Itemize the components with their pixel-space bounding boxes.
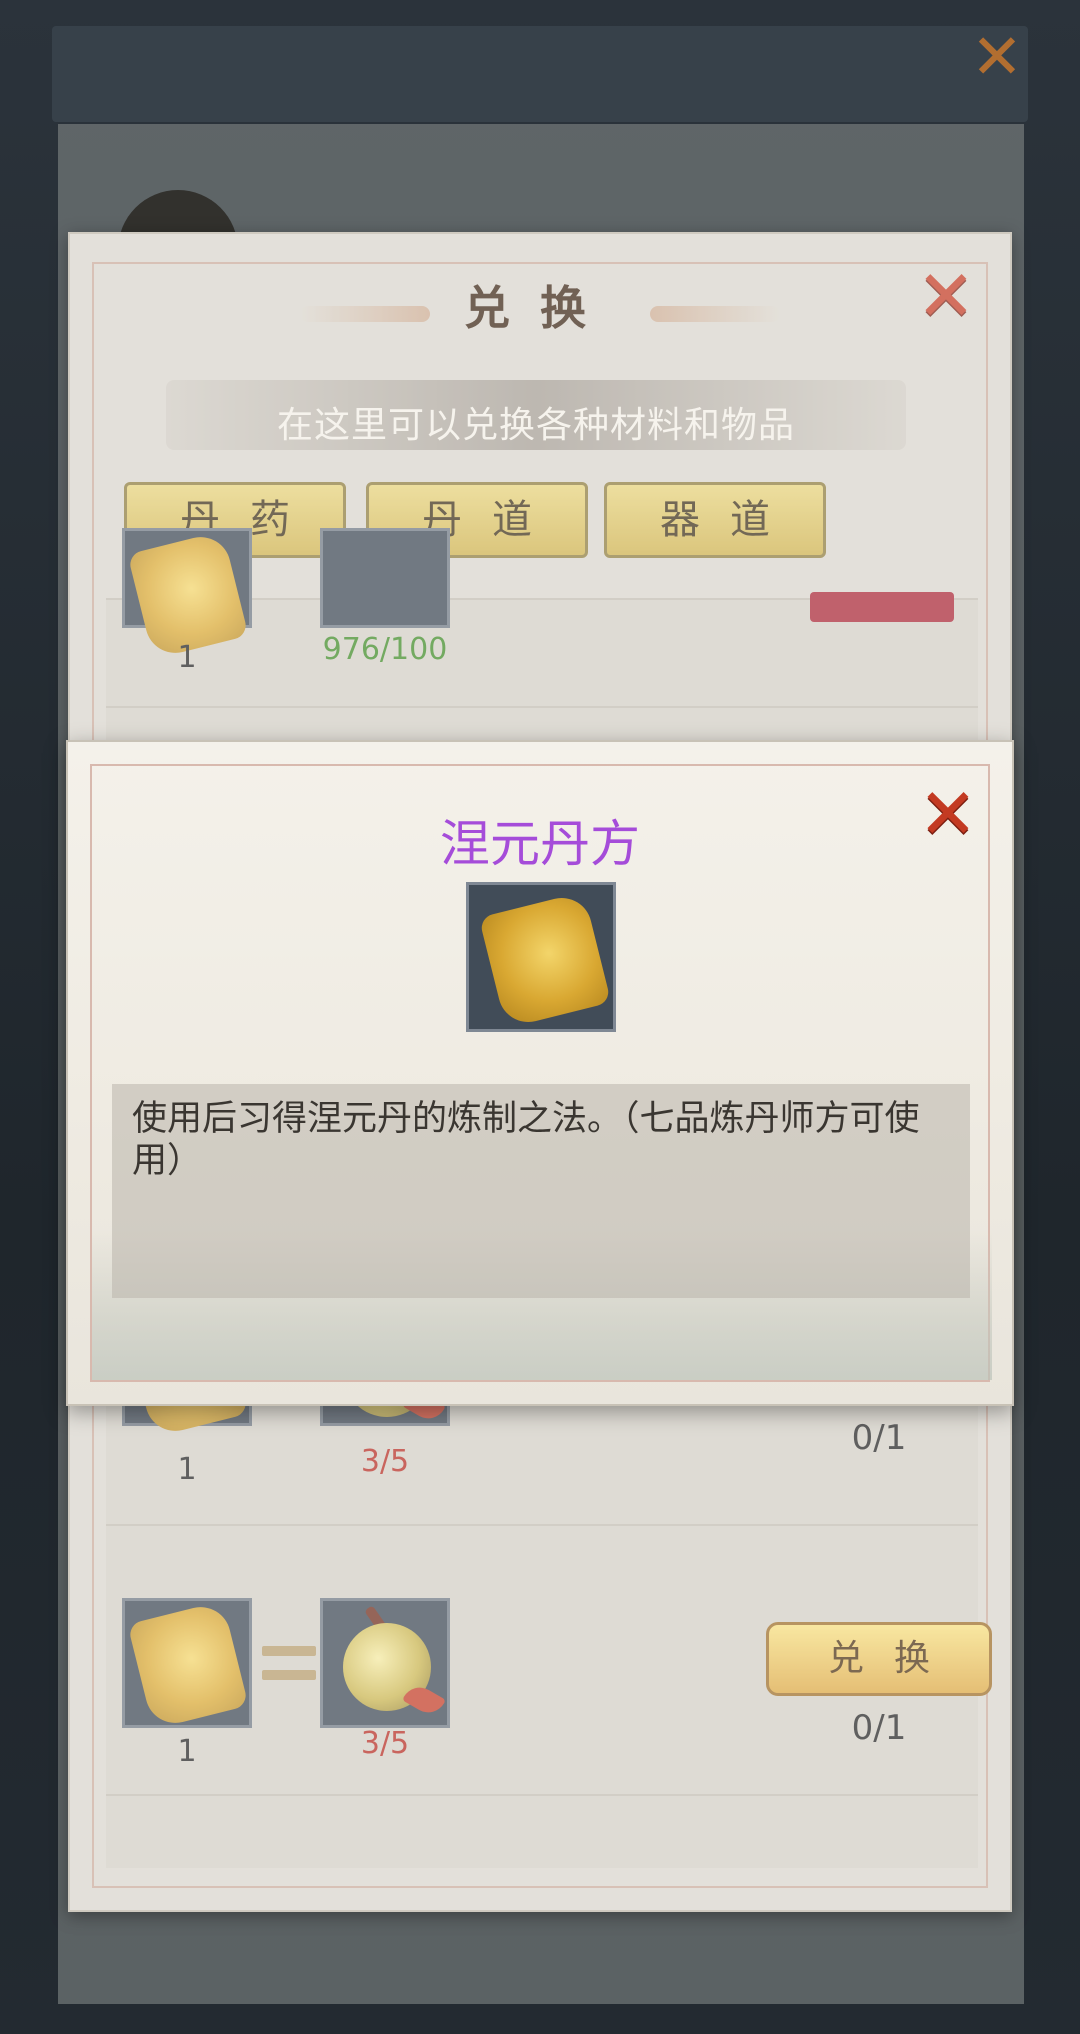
give-quantity: 1 [177,1452,197,1487]
give-quantity: 1 [177,1734,197,1769]
recipe-scroll-icon[interactable] [122,1598,252,1730]
scroll-art [478,891,612,1029]
item-description: 使用后习得涅元丹的炼制之法。（七品炼丹师方可使用） [132,1099,920,1181]
row-divider [106,706,978,708]
tab-artifact[interactable]: 器道 [604,482,826,558]
recipe-scroll-icon [466,882,616,1032]
cost-quantity: 976/100 [322,632,448,667]
exchange-button-label: 兑换 [827,1638,960,1679]
equals-icon [262,1646,316,1682]
exchange-progress: 0/1 [851,1708,907,1748]
popup-close-icon[interactable]: ✕ [918,779,978,849]
row-divider [106,1794,978,1796]
tab-label: 器道 [660,497,800,543]
item-detail-popup: 涅元丹方 ✕ 使用后习得涅元丹的炼制之法。（七品炼丹师方可使用） [66,740,1014,1406]
exchange-close-icon[interactable]: ✕ [916,261,976,331]
background-close-icon[interactable]: ✕ [968,26,1026,88]
row-divider [106,1524,978,1526]
recipe-scroll-icon[interactable] [122,528,252,660]
material-icon[interactable] [320,528,450,628]
exchange-button[interactable] [810,592,954,622]
exchange-progress: 0/1 [851,1418,907,1458]
background-header-bar [52,26,1028,122]
give-quantity: 1 [177,640,197,675]
cost-quantity: 3/5 [360,1444,410,1479]
exchange-subtitle: 在这里可以兑换各种材料和物品 [276,405,795,446]
scroll-art [127,1600,249,1730]
exchange-dialog-title: 兑换 [464,281,616,335]
subtitle-bar: 在这里可以兑换各种材料和物品 [166,380,906,450]
description-box: 使用后习得涅元丹的炼制之法。（七品炼丹师方可使用） [112,1084,970,1298]
cost-quantity: 3/5 [360,1726,410,1761]
pill-orb-icon[interactable] [320,1598,450,1728]
exchange-button[interactable]: 兑换 [766,1622,992,1696]
popup-title: 涅元丹方 [440,815,640,873]
